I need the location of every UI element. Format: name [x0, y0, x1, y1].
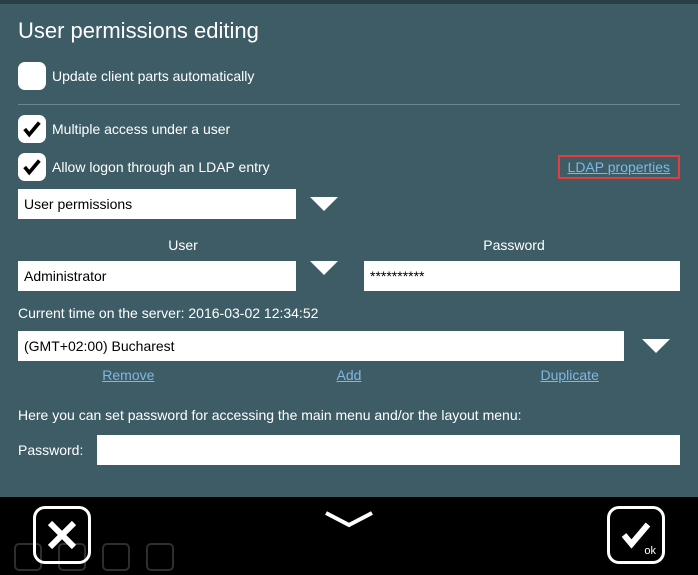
page-title: User permissions editing: [0, 4, 698, 62]
check-icon: [21, 156, 43, 178]
checkbox-label-update-auto: Update client parts automatically: [52, 68, 254, 84]
scroll-down-indicator[interactable]: [324, 511, 374, 534]
checkbox-multiple-access[interactable]: [18, 115, 46, 143]
bottom-bar: ok: [0, 497, 698, 575]
divider: [18, 104, 680, 105]
user-password-row: [18, 261, 680, 291]
table-header: User Password: [18, 237, 680, 253]
check-icon: [21, 118, 43, 140]
ok-button[interactable]: ok: [607, 506, 665, 564]
checkbox-update-auto[interactable]: [18, 62, 46, 90]
timezone-dropdown-arrow[interactable]: [642, 339, 670, 353]
checkbox-label-allow-ldap: Allow logon through an LDAP entry: [52, 159, 270, 175]
remove-link[interactable]: Remove: [102, 367, 154, 383]
permissions-dropdown-row: [18, 189, 680, 219]
ldap-highlight-box: LDAP properties: [558, 155, 680, 179]
column-header-user: User: [18, 237, 348, 253]
timezone-select[interactable]: [18, 331, 624, 361]
user-input[interactable]: [18, 261, 296, 291]
ldap-row: Allow logon through an LDAP entry LDAP p…: [18, 153, 680, 181]
footer-icon-3: [102, 543, 130, 571]
action-links-row: Remove Add Duplicate: [18, 367, 680, 383]
cancel-button[interactable]: [33, 506, 91, 564]
password-input[interactable]: [364, 261, 680, 291]
add-link[interactable]: Add: [337, 367, 362, 383]
timezone-row: [18, 331, 680, 361]
permissions-dropdown-arrow[interactable]: [310, 197, 338, 211]
column-header-password: Password: [348, 237, 680, 253]
checkbox-row-multiple-access: Multiple access under a user: [18, 115, 680, 143]
server-time-label: Current time on the server: 2016-03-02 1…: [18, 305, 680, 321]
ldap-properties-link[interactable]: LDAP properties: [568, 159, 670, 175]
content-area: Update client parts automatically Multip…: [0, 62, 698, 465]
ok-button-label: ok: [644, 545, 656, 557]
chevron-down-icon: [310, 197, 338, 211]
checkbox-allow-ldap[interactable]: [18, 153, 46, 181]
main-password-input[interactable]: [97, 435, 680, 465]
main-password-label: Password:: [18, 442, 83, 458]
chevron-wide-down-icon: [324, 511, 374, 531]
password-hint-text: Here you can set password for accessing …: [18, 407, 680, 423]
chevron-down-icon: [642, 339, 670, 353]
chevron-down-icon: [310, 261, 338, 275]
footer-icon-4: [146, 543, 174, 571]
close-icon: [44, 517, 80, 553]
checkbox-row-update-auto: Update client parts automatically: [18, 62, 680, 90]
duplicate-link[interactable]: Duplicate: [540, 367, 598, 383]
checkbox-label-multiple-access: Multiple access under a user: [52, 121, 230, 137]
permissions-select[interactable]: [18, 189, 296, 219]
user-dropdown-arrow[interactable]: [310, 261, 338, 291]
main-password-row: Password:: [18, 435, 680, 465]
